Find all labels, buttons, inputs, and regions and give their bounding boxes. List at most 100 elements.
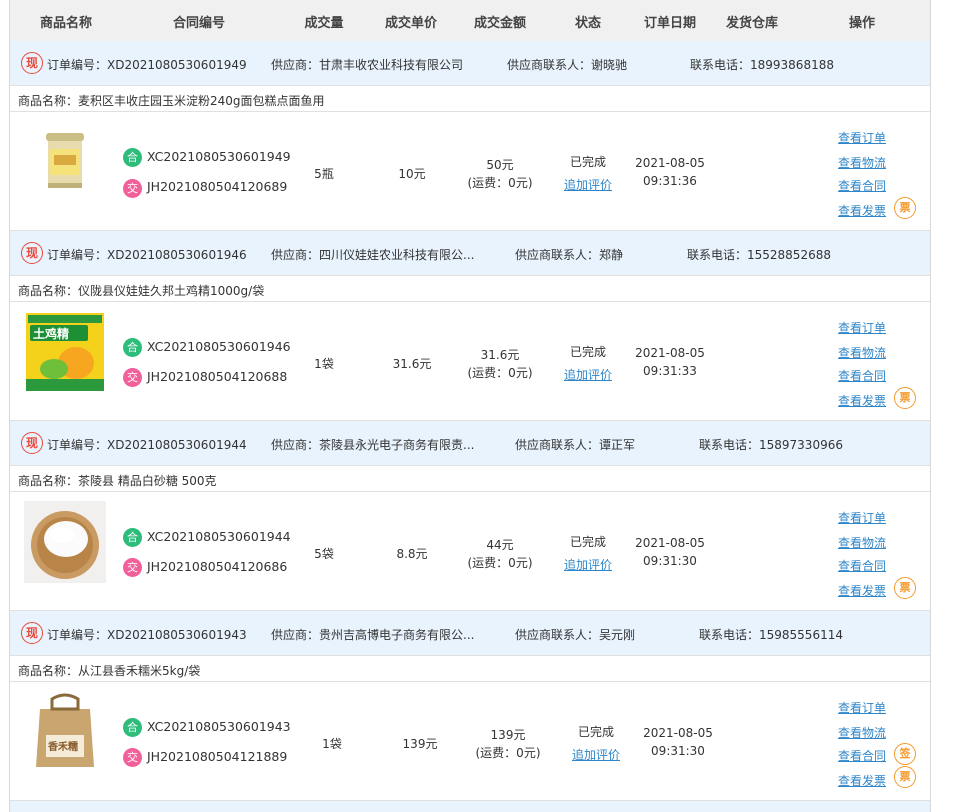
- supplier-phone: 联系电话：18993868188: [690, 58, 834, 72]
- view-contract-link[interactable]: 查看合同: [838, 557, 886, 574]
- status: 已完成: [577, 725, 615, 739]
- view-order-link[interactable]: 查看订单: [838, 509, 886, 526]
- order-header: 现 订单编号：XD2021080530601943 供应商：贵州吉高博电子商务有…: [10, 611, 930, 656]
- spot-order-badge: 现: [21, 432, 43, 454]
- unit-price: 139元: [402, 737, 438, 751]
- quantity: 1袋: [322, 737, 342, 751]
- supplier-contact: 供应商联系人：谢晓驰: [507, 58, 628, 72]
- supplier-name: 供应商：四川仪娃娃农业科技有限公...: [271, 248, 475, 262]
- next-order-header: [10, 801, 930, 812]
- view-logistics-link[interactable]: 查看物流: [838, 724, 886, 741]
- view-contract-link[interactable]: 查看合同: [838, 747, 886, 764]
- invoice-badge: 票: [894, 577, 916, 599]
- spot-order-badge: 现: [21, 242, 43, 264]
- view-invoice-link[interactable]: 查看发票: [838, 582, 886, 599]
- order-row: 现 订单编号：XD2021080530601949 供应商：甘肃丰收农业科技有限…: [10, 41, 930, 231]
- spot-order-badge: 现: [21, 622, 43, 644]
- order-detail: 香禾糯 合 XC2021080530601943 交 JH20210805041…: [10, 682, 930, 801]
- product-name: 商品名称：茶陵县 精品白砂糖 500克: [18, 474, 217, 488]
- supplier-name: 供应商：茶陵县永光电子商务有限责...: [271, 438, 475, 452]
- supplier-name: 供应商：贵州吉高博电子商务有限公...: [271, 628, 475, 642]
- product-name-row: 商品名称：仪陇县仪娃娃久邦土鸡精1000g/袋: [10, 276, 930, 302]
- order-number: 订单编号：XD2021080530601946: [47, 248, 247, 262]
- col-actions: 操作: [848, 16, 876, 31]
- order-number: 订单编号：XD2021080530601943: [47, 628, 247, 642]
- delivery-code: JH2021080504120686: [147, 559, 288, 574]
- delivery-icon: 交: [123, 368, 142, 387]
- order-header: 现 订单编号：XD2021080530601946 供应商：四川仪娃娃农业科技有…: [10, 231, 930, 276]
- status: 已完成: [569, 155, 607, 169]
- view-order-link[interactable]: 查看订单: [838, 699, 886, 716]
- supplier-phone: 联系电话：15897330966: [699, 438, 843, 452]
- view-logistics-link[interactable]: 查看物流: [838, 154, 886, 171]
- delivery-code: JH2021080504121889: [147, 749, 288, 764]
- contract-code: XC2021080530601944: [147, 529, 291, 544]
- supplier-phone: 联系电话：15528852688: [687, 248, 831, 262]
- rice-bag-label: 香禾糯: [48, 740, 78, 753]
- shipping-fee: (运费：0元): [467, 176, 533, 190]
- view-logistics-link[interactable]: 查看物流: [838, 534, 886, 551]
- delivery-icon: 交: [123, 179, 142, 198]
- contract-icon: 合: [123, 718, 142, 737]
- spot-order-badge: 现: [21, 52, 43, 74]
- add-review-link[interactable]: 追加评价: [564, 556, 612, 573]
- amount: 139元: [490, 728, 526, 742]
- product-name: 商品名称：麦积区丰收庄园玉米淀粉240g面包糕点面鱼用: [18, 94, 325, 108]
- quantity: 5袋: [314, 547, 334, 561]
- table-header: 商品名称 合同编号 成交量 成交单价 成交金额 状态 订单日期 发货仓库 操作: [10, 0, 930, 42]
- order-header: 现 订单编号：XD2021080530601944 供应商：茶陵县永光电子商务有…: [10, 421, 930, 466]
- supplier-phone: 联系电话：15985556114: [699, 628, 843, 642]
- col-product-name: 商品名称: [39, 16, 93, 31]
- order-table: 商品名称 合同编号 成交量 成交单价 成交金额 状态 订单日期 发货仓库 操作 …: [9, 0, 931, 812]
- supplier-contact: 供应商联系人：吴元刚: [515, 628, 636, 642]
- col-amount: 成交金额: [473, 16, 527, 31]
- view-order-link[interactable]: 查看订单: [838, 319, 886, 336]
- order-time: 09:31:30: [651, 744, 705, 758]
- invoice-badge: 票: [894, 197, 916, 219]
- product-name-row: 商品名称：麦积区丰收庄园玉米淀粉240g面包糕点面鱼用: [10, 86, 930, 112]
- order-number: 订单编号：XD2021080530601944: [47, 438, 247, 452]
- product-name-row: 商品名称：茶陵县 精品白砂糖 500克: [10, 466, 930, 492]
- order-header: 现 订单编号：XD2021080530601949 供应商：甘肃丰收农业科技有限…: [10, 41, 930, 86]
- rice-bag-icon[interactable]: 香禾糯: [24, 691, 106, 773]
- delivery-code: JH2021080504120688: [147, 369, 288, 384]
- unit-price: 10元: [398, 167, 426, 181]
- status: 已完成: [569, 535, 607, 549]
- view-invoice-link[interactable]: 查看发票: [838, 392, 886, 409]
- view-invoice-link[interactable]: 查看发票: [838, 202, 886, 219]
- add-review-link[interactable]: 追加评价: [572, 746, 620, 763]
- view-contract-link[interactable]: 查看合同: [838, 367, 886, 384]
- bouillon-brand-text: 土鸡精: [33, 326, 69, 341]
- contract-icon: 合: [123, 148, 142, 167]
- status: 已完成: [569, 345, 607, 359]
- order-row: 现 订单编号：XD2021080530601944 供应商：茶陵县永光电子商务有…: [10, 421, 930, 611]
- contract-code: XC2021080530601949: [147, 149, 291, 164]
- view-contract-link[interactable]: 查看合同: [838, 177, 886, 194]
- shipping-fee: (运费：0元): [475, 746, 541, 760]
- view-invoice-link[interactable]: 查看发票: [838, 772, 886, 789]
- order-detail: 合 XC2021080530601949 交 JH202108050412068…: [10, 112, 930, 231]
- order-row: 现 订单编号：XD2021080530601943 供应商：贵州吉高博电子商务有…: [10, 611, 930, 801]
- order-date: 2021-08-05: [635, 346, 705, 360]
- add-review-link[interactable]: 追加评价: [564, 176, 612, 193]
- view-logistics-link[interactable]: 查看物流: [838, 344, 886, 361]
- amount: 50元: [486, 158, 514, 172]
- quantity: 1袋: [314, 357, 334, 371]
- product-name: 商品名称：从江县香禾糯米5kg/袋: [18, 664, 201, 678]
- supplier-contact: 供应商联系人：郑静: [515, 248, 624, 262]
- order-time: 09:31:36: [643, 174, 697, 188]
- invoice-badge: 票: [894, 766, 916, 788]
- view-order-link[interactable]: 查看订单: [838, 129, 886, 146]
- sugar-bowl-icon[interactable]: [24, 501, 106, 583]
- product-name: 商品名称：仪陇县仪娃娃久邦土鸡精1000g/袋: [18, 284, 265, 298]
- col-contract-no: 合同编号: [172, 16, 226, 31]
- chicken-bouillon-bag-icon[interactable]: 土鸡精: [24, 311, 106, 393]
- sign-badge: 签: [894, 743, 916, 765]
- col-status: 状态: [574, 16, 602, 31]
- col-quantity: 成交量: [304, 16, 344, 31]
- col-warehouse: 发货仓库: [725, 16, 779, 31]
- starch-can-icon[interactable]: [24, 121, 106, 203]
- delivery-icon: 交: [123, 558, 142, 577]
- order-date: 2021-08-05: [635, 156, 705, 170]
- add-review-link[interactable]: 追加评价: [564, 366, 612, 383]
